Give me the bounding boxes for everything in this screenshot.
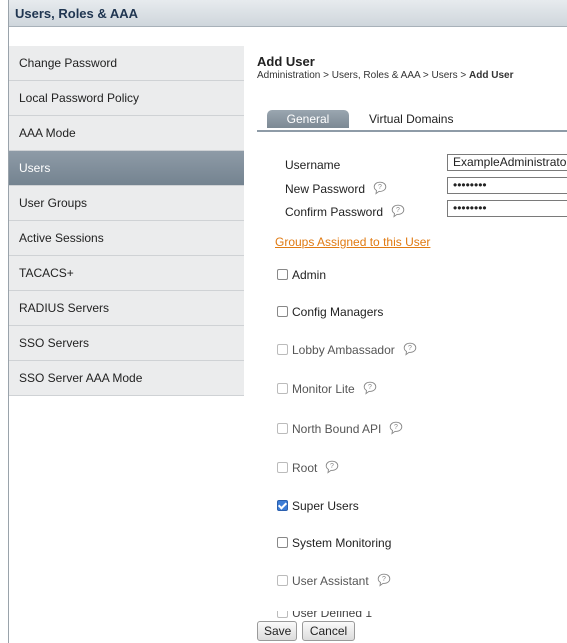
- group-label: User Defined 1: [292, 611, 373, 619]
- confirm-password-label: Confirm Password?: [285, 204, 405, 219]
- help-bubble-icon[interactable]: ?: [391, 204, 405, 218]
- group-label: North Bound API: [292, 422, 382, 436]
- tab-divider: [257, 130, 567, 132]
- svg-text:?: ?: [368, 384, 372, 391]
- group-label: System Monitoring: [292, 536, 392, 550]
- checkbox-icon[interactable]: [277, 344, 288, 355]
- sidebar-item-user-groups[interactable]: User Groups: [9, 186, 244, 221]
- groups-assigned-link[interactable]: Groups Assigned to this User: [275, 235, 430, 249]
- confirm-password-field[interactable]: ••••••••: [447, 200, 567, 217]
- new-password-label: New Password?: [285, 181, 387, 196]
- checkbox-icon[interactable]: [277, 537, 288, 548]
- group-label: Super Users: [292, 499, 359, 513]
- username-label: Username: [285, 158, 341, 172]
- confirm-password-label-text: Confirm Password: [285, 205, 384, 219]
- breadcrumb-current: Add User: [469, 70, 514, 81]
- sidebar-item-active-sessions[interactable]: Active Sessions: [9, 221, 244, 256]
- group-row-monitor-lite[interactable]: Monitor Lite?: [277, 381, 377, 396]
- sidebar: Change Password Local Password Policy AA…: [9, 46, 244, 396]
- checkbox-icon[interactable]: [277, 383, 288, 394]
- checkbox-icon[interactable]: [277, 611, 288, 618]
- new-password-label-text: New Password: [285, 182, 366, 196]
- group-row-super-users[interactable]: Super Users: [277, 499, 359, 513]
- page-title: Add User: [257, 54, 315, 69]
- help-bubble-icon[interactable]: ?: [403, 342, 417, 356]
- group-label: Monitor Lite: [292, 382, 355, 396]
- sidebar-item-sso-servers[interactable]: SSO Servers: [9, 326, 244, 361]
- username-field[interactable]: ExampleAdministrator: [447, 154, 567, 171]
- sidebar-item-local-password-policy[interactable]: Local Password Policy: [9, 81, 244, 116]
- group-label: Config Managers: [292, 305, 384, 319]
- checkbox-icon[interactable]: [277, 575, 288, 586]
- window-title: Users, Roles & AAA: [9, 0, 567, 27]
- help-bubble-icon[interactable]: ?: [389, 421, 403, 435]
- sidebar-item-users[interactable]: Users: [9, 151, 244, 186]
- help-bubble-icon[interactable]: ?: [325, 460, 339, 474]
- breadcrumb: Administration > Users, Roles & AAA > Us…: [257, 69, 567, 82]
- group-label: User Assistant: [292, 574, 369, 588]
- checkbox-checked-icon[interactable]: [277, 500, 288, 511]
- svg-text:?: ?: [378, 184, 382, 191]
- app-window: Users, Roles & AAA Change Password Local…: [8, 0, 567, 643]
- sidebar-item-aaa-mode[interactable]: AAA Mode: [9, 116, 244, 151]
- tab-virtual-domains[interactable]: Virtual Domains: [369, 110, 453, 128]
- breadcrumb-path: Administration > Users, Roles & AAA > Us…: [257, 70, 470, 81]
- checkbox-icon[interactable]: [277, 462, 288, 473]
- svg-text:?: ?: [382, 576, 386, 583]
- tab-general[interactable]: General: [267, 110, 349, 128]
- group-row-system-monitoring[interactable]: System Monitoring: [277, 536, 391, 550]
- group-row-north-bound-api[interactable]: North Bound API?: [277, 421, 403, 436]
- group-row-config-managers[interactable]: Config Managers: [277, 305, 383, 319]
- checkbox-icon[interactable]: [277, 306, 288, 317]
- group-row-user-assistant[interactable]: User Assistant?: [277, 573, 391, 588]
- sidebar-item-sso-server-aaa-mode[interactable]: SSO Server AAA Mode: [9, 361, 244, 396]
- sidebar-item-tacacs[interactable]: TACACS+: [9, 256, 244, 291]
- group-label: Root: [292, 461, 318, 475]
- svg-text:?: ?: [330, 463, 334, 470]
- group-label: Admin: [292, 268, 327, 282]
- svg-text:?: ?: [408, 345, 412, 352]
- svg-text:?: ?: [394, 424, 398, 431]
- main-content: Add User Administration > Users, Roles &…: [257, 46, 567, 619]
- group-label: Lobby Ambassador: [292, 343, 395, 357]
- group-row-user-defined-1[interactable]: User Defined 1: [277, 611, 372, 619]
- group-row-lobby-ambassador[interactable]: Lobby Ambassador?: [277, 342, 417, 357]
- help-bubble-icon[interactable]: ?: [363, 381, 377, 395]
- help-bubble-icon[interactable]: ?: [377, 573, 391, 587]
- sidebar-item-change-password[interactable]: Change Password: [9, 46, 244, 81]
- group-row-root[interactable]: Root?: [277, 460, 339, 475]
- checkbox-icon[interactable]: [277, 423, 288, 434]
- sidebar-item-radius-servers[interactable]: RADIUS Servers: [9, 291, 244, 326]
- group-row-admin[interactable]: Admin: [277, 268, 326, 282]
- checkbox-icon[interactable]: [277, 269, 288, 280]
- help-bubble-icon[interactable]: ?: [373, 181, 387, 195]
- svg-text:?: ?: [396, 207, 400, 214]
- new-password-field[interactable]: ••••••••: [447, 177, 567, 194]
- save-button[interactable]: Save: [257, 621, 297, 641]
- cancel-button[interactable]: Cancel: [302, 621, 355, 641]
